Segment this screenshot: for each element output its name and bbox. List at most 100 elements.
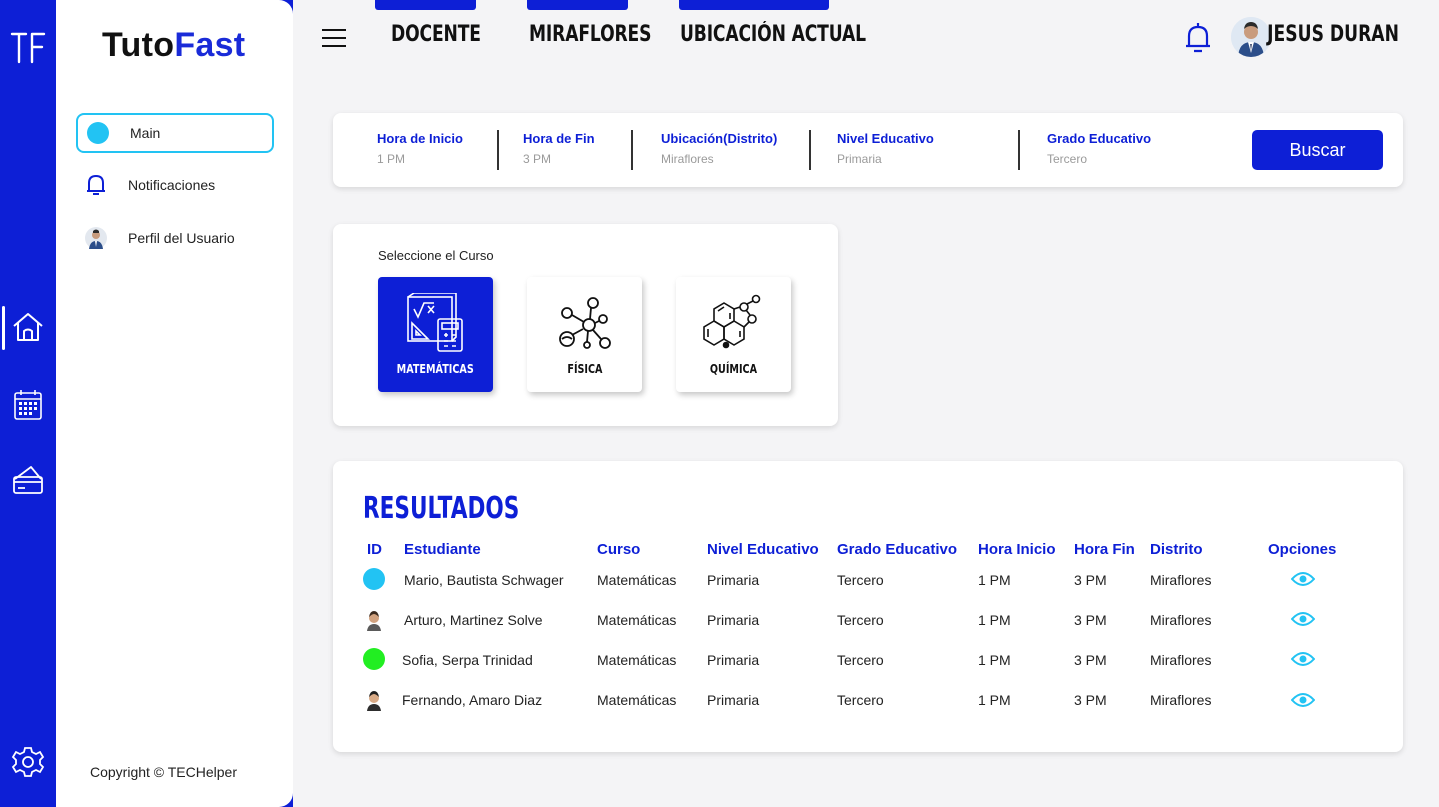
cell-level: Primaria: [707, 572, 760, 588]
physics-molecule-icon: [553, 293, 617, 355]
column-header-nivel: Nivel Educativo: [707, 541, 819, 558]
student-avatar: [363, 568, 385, 590]
filter-label: Hora de Fin: [523, 131, 595, 146]
cell-district: Miraflores: [1150, 652, 1212, 668]
brand-logo: TutoFast: [102, 26, 245, 65]
cell-course: Matemáticas: [597, 692, 677, 708]
cell-start: 1 PM: [978, 652, 1011, 668]
sidebar-item-label: Main: [130, 125, 161, 141]
cell-level: Primaria: [707, 692, 760, 708]
user-name[interactable]: JESUS DURAN: [1267, 22, 1399, 47]
filter-nivel-educativo[interactable]: Nivel Educativo Primaria: [837, 131, 934, 166]
course-quimica[interactable]: QUÍMICA: [676, 277, 791, 392]
notification-bell-icon[interactable]: [1183, 20, 1213, 56]
sidebar-item-notificaciones[interactable]: Notificaciones: [76, 165, 274, 205]
filter-ubicacion[interactable]: Ubicación(Distrito) Miraflores: [661, 131, 777, 166]
filter-label: Hora de Inicio: [377, 131, 463, 146]
divider: [809, 130, 811, 170]
view-eye-icon[interactable]: [1290, 651, 1316, 667]
filter-value: Miraflores: [661, 152, 714, 166]
cell-level: Primaria: [707, 612, 760, 628]
column-header-curso: Curso: [597, 541, 641, 558]
student-avatar: [363, 689, 385, 711]
tab-indicator-docente: [375, 0, 476, 10]
course-selector-title: Seleccione el Curso: [378, 248, 494, 263]
view-eye-icon[interactable]: [1290, 692, 1316, 708]
tab-docente[interactable]: DOCENTE: [391, 22, 481, 47]
tab-ubicacion-actual[interactable]: UBICACIÓN ACTUAL: [680, 22, 866, 47]
column-header-distrito: Distrito: [1150, 541, 1203, 558]
divider: [1018, 130, 1020, 170]
filter-label: Grado Educativo: [1047, 131, 1152, 146]
brand-text-fast: Fast: [174, 26, 246, 64]
course-selector: Seleccione el Curso MATEMÁTICAS FÍSICA Q…: [333, 224, 838, 426]
filter-hora-inicio[interactable]: Hora de Inicio 1 PM: [377, 131, 463, 166]
column-header-hora-inicio: Hora Inicio: [978, 541, 1056, 558]
cell-start: 1 PM: [978, 612, 1011, 628]
student-avatar: [363, 609, 385, 631]
column-header-opciones: Opciones: [1268, 541, 1337, 558]
divider: [631, 130, 633, 170]
filter-value: Tercero: [1047, 152, 1088, 166]
payment-card-icon[interactable]: [10, 462, 46, 498]
rail-active-indicator: [2, 306, 5, 350]
math-icon: [404, 292, 468, 355]
cell-end: 3 PM: [1074, 692, 1107, 708]
hamburger-menu-icon[interactable]: [321, 28, 347, 48]
settings-icon[interactable]: [10, 744, 46, 780]
cell-grade: Tercero: [837, 692, 884, 708]
sidebar-item-main[interactable]: Main: [76, 113, 274, 153]
column-header-grado: Grado Educativo: [837, 541, 958, 558]
brand-text-tuto: Tuto: [102, 26, 175, 64]
tf-logo-icon: [10, 30, 46, 66]
cell-district: Miraflores: [1150, 612, 1212, 628]
filter-grado-educativo[interactable]: Grado Educativo Tercero: [1047, 131, 1151, 166]
tab-indicator-miraflores: [527, 0, 628, 10]
cell-district: Miraflores: [1150, 572, 1212, 588]
course-name: QUÍMICA: [709, 362, 758, 376]
main-content: DOCENTE MIRAFLORES UBICACIÓN ACTUAL JESU…: [293, 0, 1439, 807]
divider: [497, 130, 499, 170]
user-avatar[interactable]: [1231, 17, 1271, 57]
cell-start: 1 PM: [978, 692, 1011, 708]
sidebar-item-perfil[interactable]: Perfil del Usuario: [76, 218, 274, 258]
cell-student: Fernando, Amaro Diaz: [402, 692, 543, 708]
view-eye-icon[interactable]: [1290, 571, 1316, 587]
cell-grade: Tercero: [837, 572, 884, 588]
cell-course: Matemáticas: [597, 572, 677, 588]
cell-course: Matemáticas: [597, 652, 677, 668]
view-eye-icon[interactable]: [1290, 611, 1316, 627]
search-button[interactable]: Buscar: [1252, 130, 1383, 170]
cell-level: Primaria: [707, 652, 760, 668]
cell-grade: Tercero: [837, 612, 884, 628]
chemistry-hexagon-icon: [702, 293, 766, 355]
sidebar: TutoFast Main Notificaciones Perfil del …: [56, 0, 293, 807]
filter-value: Primaria: [837, 152, 882, 166]
filter-label: Nivel Educativo: [837, 131, 934, 146]
student-avatar: [363, 648, 385, 670]
sidebar-item-label: Notificaciones: [128, 177, 216, 193]
cell-district: Miraflores: [1150, 692, 1212, 708]
sidebar-item-label: Perfil del Usuario: [128, 230, 235, 246]
cell-end: 3 PM: [1074, 612, 1107, 628]
dot-icon: [86, 121, 110, 145]
cell-grade: Tercero: [837, 652, 884, 668]
bell-icon: [84, 173, 108, 197]
results-title: RESULTADOS: [363, 491, 520, 526]
filter-value: 1 PM: [377, 152, 406, 166]
course-matematicas[interactable]: MATEMÁTICAS: [378, 277, 493, 392]
home-icon[interactable]: [10, 309, 46, 345]
tab-miraflores[interactable]: MIRAFLORES: [529, 22, 651, 47]
calendar-icon[interactable]: [10, 387, 46, 423]
cell-student: Mario, Bautista Schwager: [404, 572, 564, 588]
results-table: RESULTADOS ID Estudiante Curso Nivel Edu…: [333, 461, 1403, 752]
column-header-id: ID: [367, 541, 382, 558]
filter-hora-fin[interactable]: Hora de Fin 3 PM: [523, 131, 595, 166]
filter-label: Ubicación(Distrito): [661, 131, 778, 146]
column-header-hora-fin: Hora Fin: [1074, 541, 1135, 558]
course-fisica[interactable]: FÍSICA: [527, 277, 642, 392]
cell-start: 1 PM: [978, 572, 1011, 588]
cell-end: 3 PM: [1074, 572, 1107, 588]
filter-value: 3 PM: [523, 152, 552, 166]
column-header-estudiante: Estudiante: [404, 541, 481, 558]
